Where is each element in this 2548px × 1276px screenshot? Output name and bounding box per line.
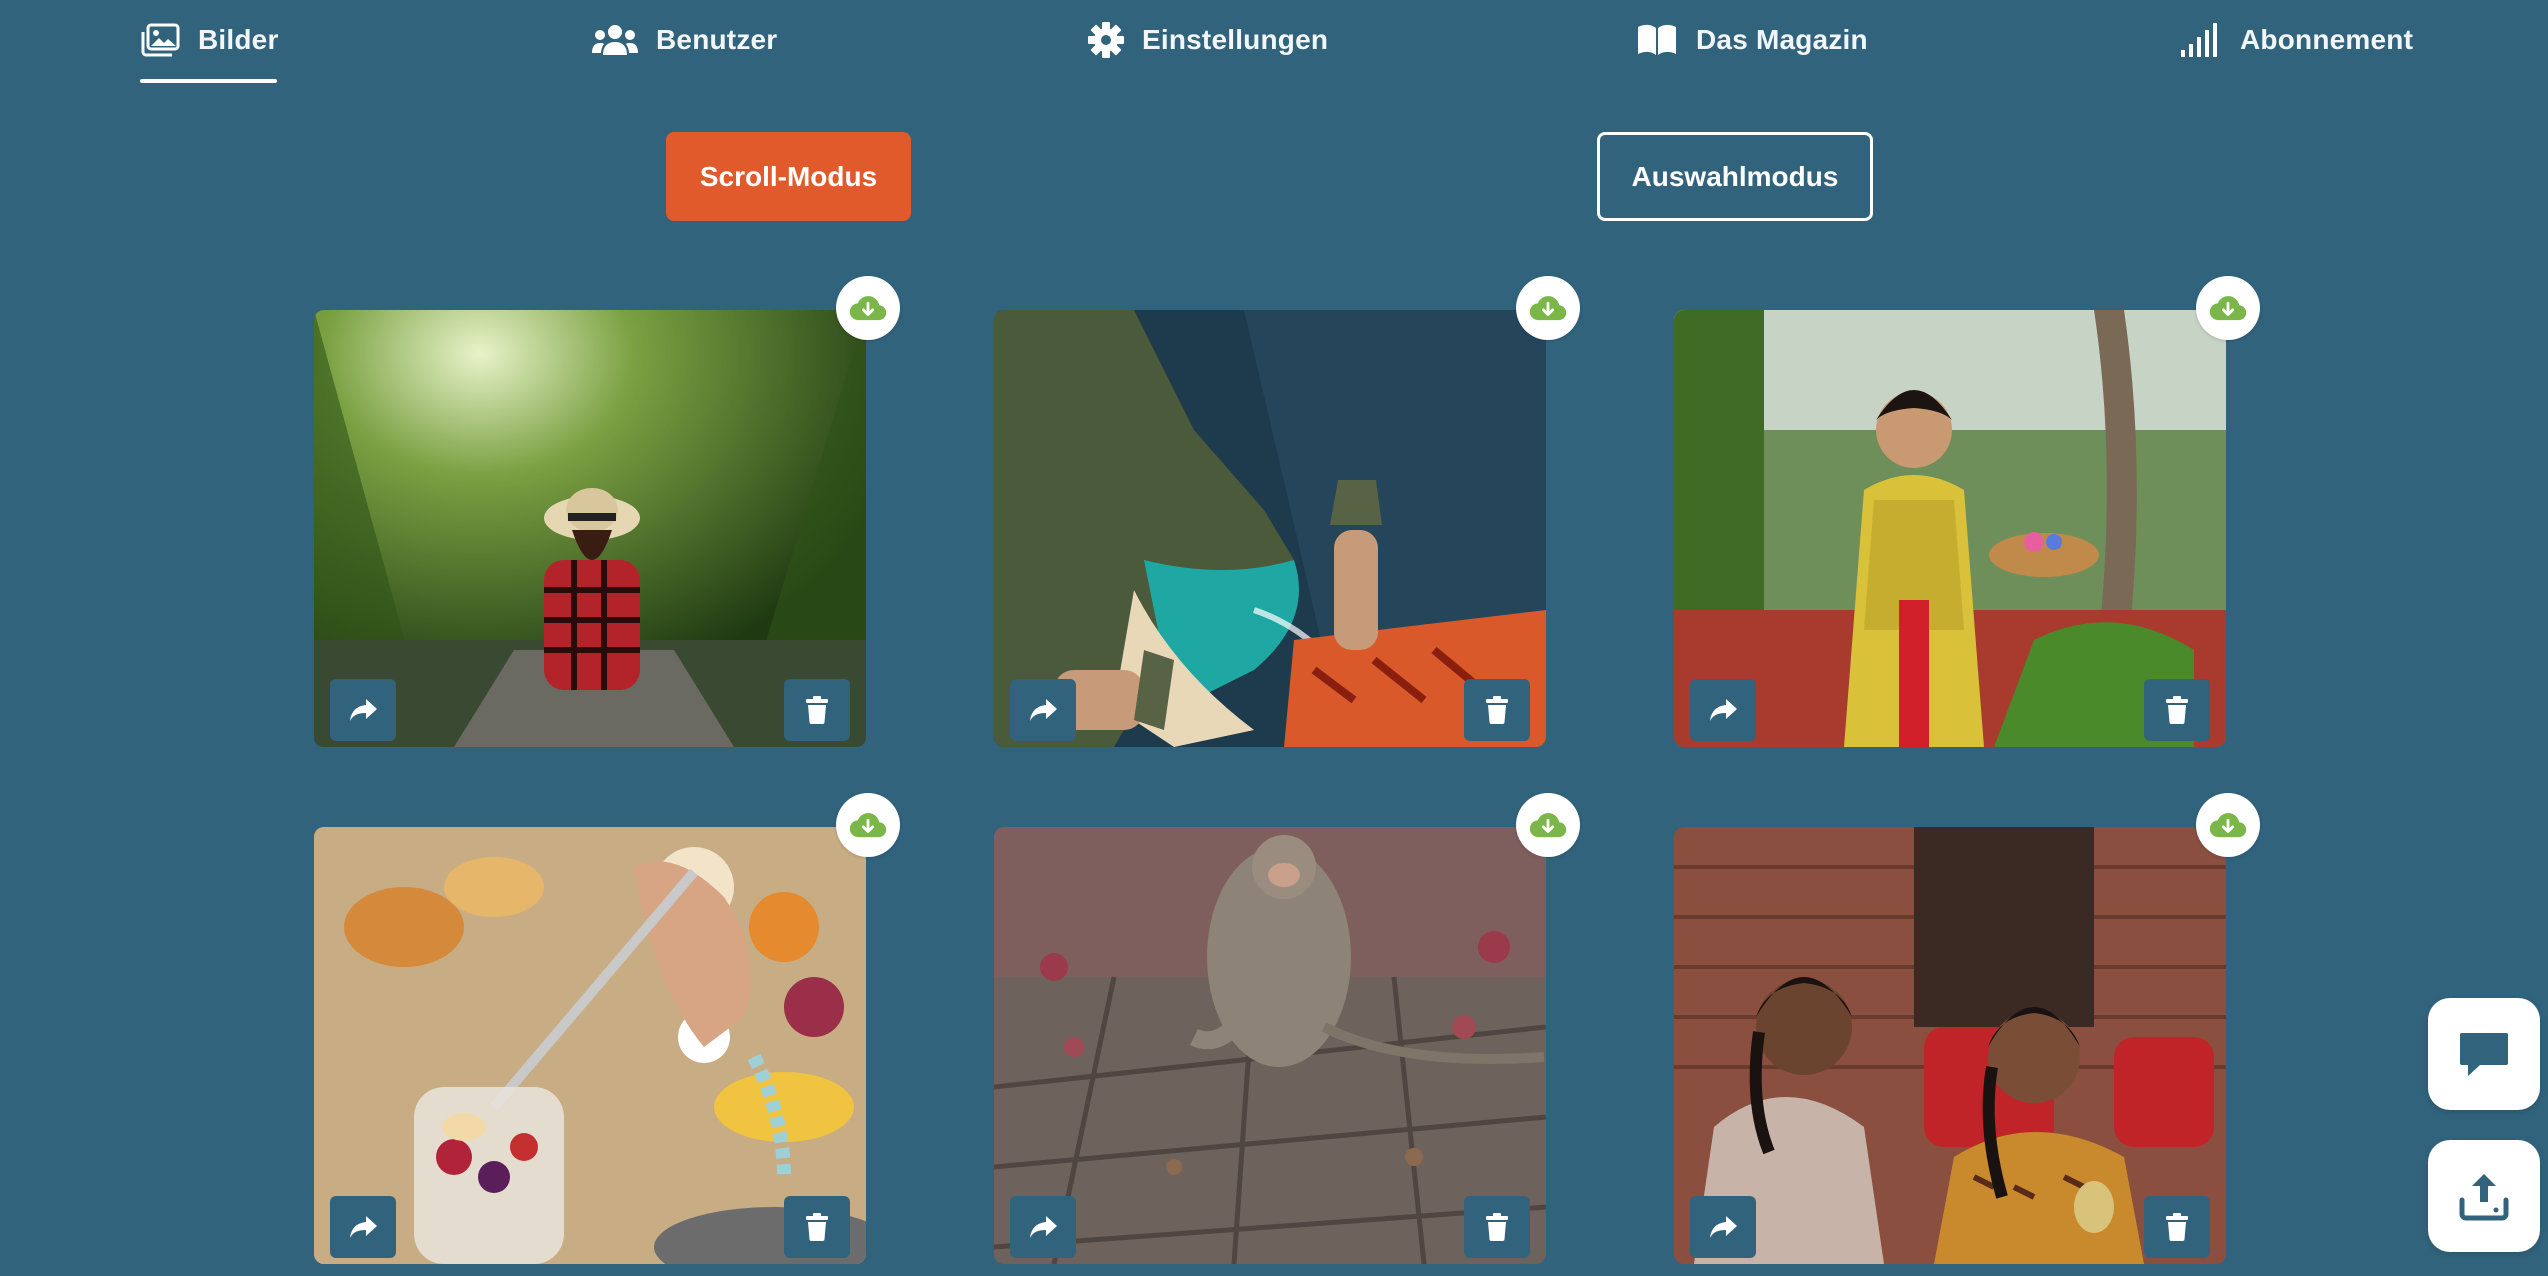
delete-button[interactable] bbox=[2144, 1196, 2210, 1258]
image-card[interactable] bbox=[994, 793, 1580, 1264]
share-icon bbox=[1028, 1214, 1058, 1240]
nav-label: Benutzer bbox=[656, 24, 778, 55]
nav-label: Abonnement bbox=[2240, 24, 2414, 55]
cloud-download-icon bbox=[849, 811, 887, 839]
trash-icon bbox=[1485, 1213, 1509, 1241]
upload-button[interactable] bbox=[2428, 1140, 2540, 1252]
chat-button[interactable] bbox=[2428, 998, 2540, 1110]
share-button[interactable] bbox=[1690, 1196, 1756, 1258]
image-card[interactable] bbox=[314, 793, 900, 1264]
main-nav: Bilder Benutzer Einstellungen Das Magazi… bbox=[0, 0, 2548, 90]
nav-item-bilder[interactable]: Bilder bbox=[140, 12, 279, 68]
delete-button[interactable] bbox=[784, 679, 850, 741]
photo-boat-jungle[interactable] bbox=[314, 310, 866, 747]
nav-item-magazin[interactable]: Das Magazin bbox=[1636, 12, 1868, 68]
cloud-download-icon bbox=[2209, 294, 2247, 322]
gear-icon bbox=[1088, 22, 1124, 58]
cloud-download-icon bbox=[1529, 294, 1567, 322]
download-button[interactable] bbox=[836, 793, 900, 857]
book-icon bbox=[1636, 23, 1678, 57]
download-button[interactable] bbox=[1516, 793, 1580, 857]
photo-cliff-bay[interactable] bbox=[994, 310, 1546, 747]
cloud-download-icon bbox=[849, 294, 887, 322]
download-button[interactable] bbox=[836, 276, 900, 340]
share-button[interactable] bbox=[1010, 1196, 1076, 1258]
nav-item-benutzer[interactable]: Benutzer bbox=[592, 12, 777, 68]
share-button[interactable] bbox=[330, 679, 396, 741]
cloud-download-icon bbox=[1529, 811, 1567, 839]
photo-monkey[interactable] bbox=[994, 827, 1546, 1264]
photo-woman-offering[interactable] bbox=[1674, 310, 2226, 747]
trash-icon bbox=[2165, 1213, 2189, 1241]
trash-icon bbox=[1485, 696, 1509, 724]
chat-bubble-icon bbox=[2460, 1033, 2508, 1076]
delete-button[interactable] bbox=[784, 1196, 850, 1258]
image-card[interactable] bbox=[1674, 793, 2260, 1264]
nav-label: Einstellungen bbox=[1142, 24, 1329, 55]
trash-icon bbox=[805, 1213, 829, 1241]
trash-icon bbox=[2165, 696, 2189, 724]
download-button[interactable] bbox=[2196, 276, 2260, 340]
delete-button[interactable] bbox=[2144, 679, 2210, 741]
scroll-mode-button[interactable]: Scroll-Modus bbox=[666, 132, 911, 221]
nav-item-abonnement[interactable]: Abonnement bbox=[2180, 12, 2413, 68]
cloud-download-icon bbox=[2209, 811, 2247, 839]
selection-mode-button[interactable]: Auswahlmodus bbox=[1597, 132, 1873, 221]
share-icon bbox=[348, 697, 378, 723]
nav-label: Bilder bbox=[198, 24, 279, 55]
share-icon bbox=[348, 1214, 378, 1240]
images-icon bbox=[140, 23, 180, 57]
image-card[interactable] bbox=[994, 276, 1580, 747]
upload-icon bbox=[2459, 1174, 2509, 1221]
delete-button[interactable] bbox=[1464, 1196, 1530, 1258]
photo-breakfast[interactable] bbox=[314, 827, 866, 1264]
users-icon bbox=[592, 23, 638, 57]
share-icon bbox=[1708, 697, 1738, 723]
share-button[interactable] bbox=[1690, 679, 1756, 741]
nav-item-einstellungen[interactable]: Einstellungen bbox=[1088, 12, 1328, 68]
active-tab-indicator bbox=[140, 79, 277, 83]
share-icon bbox=[1708, 1214, 1738, 1240]
share-icon bbox=[1028, 697, 1058, 723]
share-button[interactable] bbox=[1010, 679, 1076, 741]
nav-label: Das Magazin bbox=[1696, 24, 1868, 55]
share-button[interactable] bbox=[330, 1196, 396, 1258]
signal-bars-icon bbox=[2180, 22, 2222, 58]
image-card[interactable] bbox=[1674, 276, 2260, 747]
trash-icon bbox=[805, 696, 829, 724]
photo-two-girls-temple[interactable] bbox=[1674, 827, 2226, 1264]
download-button[interactable] bbox=[2196, 793, 2260, 857]
image-card[interactable] bbox=[314, 276, 900, 747]
download-button[interactable] bbox=[1516, 276, 1580, 340]
delete-button[interactable] bbox=[1464, 679, 1530, 741]
